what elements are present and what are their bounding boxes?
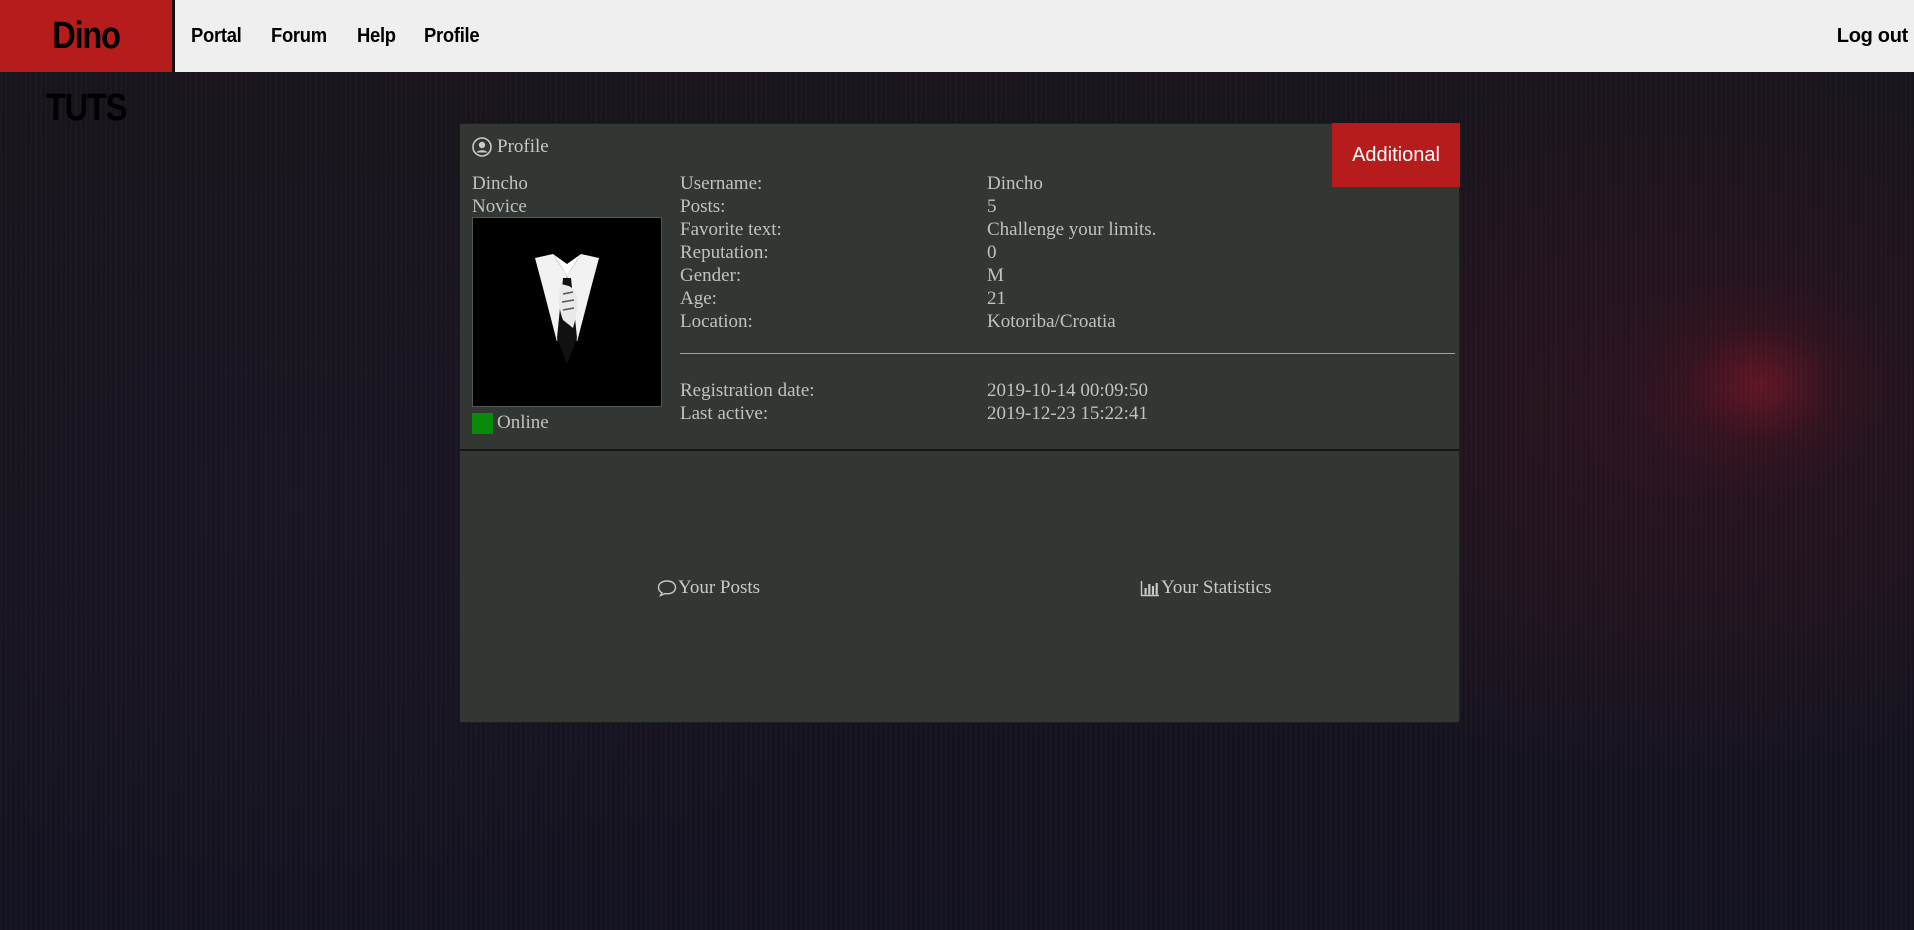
info-label: Reputation: <box>680 242 769 263</box>
top-navbar: Dino TUTS Portal Forum Help Profile Log … <box>0 0 1914 129</box>
info-label: Last active: <box>680 403 769 424</box>
info-label: Age: <box>680 288 717 309</box>
online-indicator <box>472 412 493 434</box>
profile-panel: Profile Additional Dincho Novice Online … <box>459 123 1460 723</box>
nav-forum[interactable]: Forum <box>271 25 327 48</box>
info-value: 21 <box>987 288 1006 309</box>
status-label: Online <box>497 412 549 433</box>
info-value: M <box>987 265 1004 286</box>
info-label: Location: <box>680 311 753 332</box>
user-circle-icon <box>472 137 492 157</box>
user-display-name: Dincho <box>472 173 528 194</box>
info-value: Dincho <box>987 173 1043 194</box>
nav-links: Portal Forum Help Profile <box>191 0 509 72</box>
brand-text: Dino TUTS <box>45 15 127 129</box>
your-posts-label: Your Posts <box>678 577 761 598</box>
nav-profile[interactable]: Profile <box>424 25 480 48</box>
your-statistics-label: Your Statistics <box>1161 577 1272 598</box>
brand-logo[interactable]: Dino TUTS <box>0 0 175 129</box>
user-rank: Novice <box>472 196 527 217</box>
info-label: Username: <box>680 173 763 194</box>
profile-info-section: Profile Additional Dincho Novice Online … <box>460 123 1460 451</box>
logout-link[interactable]: Log out <box>1837 0 1909 72</box>
speech-bubble-icon <box>657 580 677 597</box>
info-divider <box>680 353 1455 354</box>
online-status: Online <box>472 412 549 434</box>
your-posts-link[interactable]: Your Posts <box>657 577 760 599</box>
profile-title: Profile <box>497 136 549 157</box>
avatar <box>472 217 662 407</box>
info-value: Kotoriba/Croatia <box>987 311 1116 332</box>
info-label: Registration date: <box>680 380 815 401</box>
profile-heading: Profile <box>472 136 549 158</box>
info-label: Posts: <box>680 196 726 217</box>
info-value: 2019-10-14 00:09:50 <box>987 380 1148 401</box>
info-label: Gender: <box>680 265 742 286</box>
additional-button[interactable]: Additional <box>1332 123 1460 187</box>
your-statistics-link[interactable]: Your Statistics <box>1140 577 1272 599</box>
info-value: Challenge your limits. <box>987 219 1157 240</box>
profile-actions-section: Your Posts Your Statistics <box>460 449 1459 722</box>
nav-portal[interactable]: Portal <box>191 25 242 48</box>
info-value: 2019-12-23 15:22:41 <box>987 403 1148 424</box>
nav-help[interactable]: Help <box>357 25 396 48</box>
info-value: 5 <box>987 196 997 217</box>
suit-tie-avatar-image <box>473 218 661 406</box>
info-label: Favorite text: <box>680 219 782 240</box>
bar-chart-icon <box>1140 581 1159 597</box>
info-value: 0 <box>987 242 997 263</box>
